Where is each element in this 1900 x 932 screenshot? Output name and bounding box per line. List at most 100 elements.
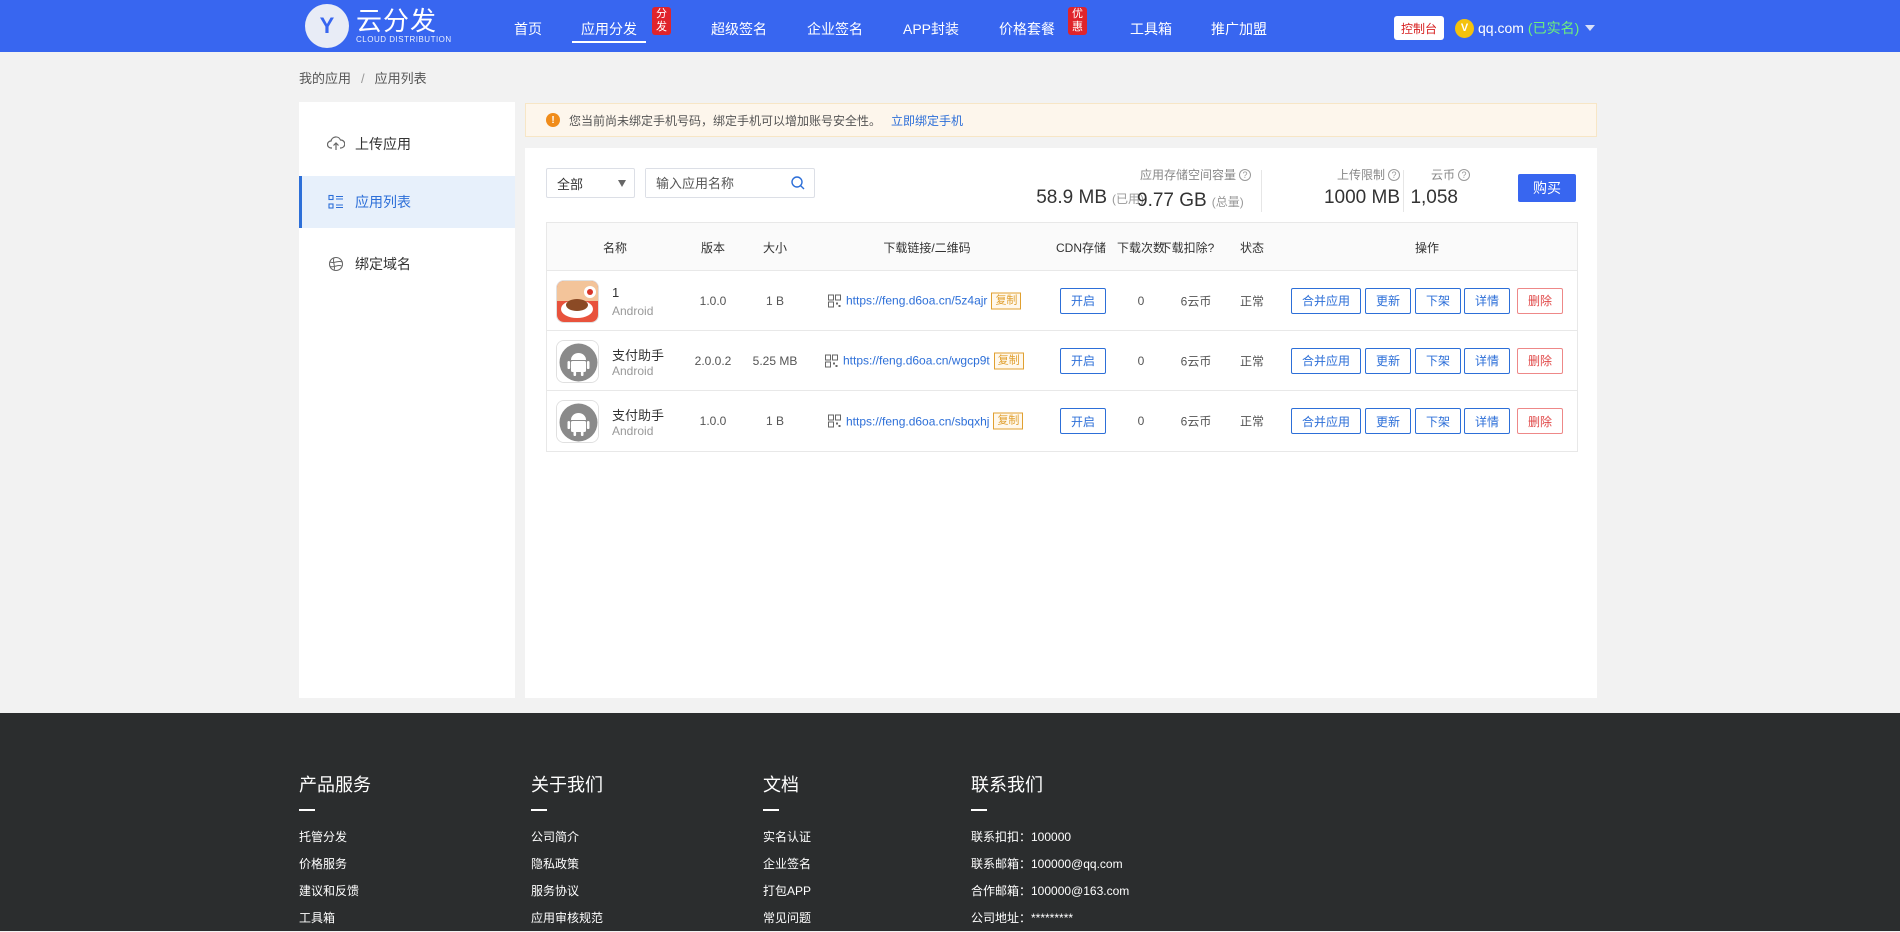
details-button[interactable]: 详情 (1464, 347, 1510, 374)
user-menu[interactable]: V qq.com (已实名) (1455, 18, 1596, 38)
search-icon[interactable] (791, 176, 805, 190)
delete-button[interactable]: 删除 (1517, 408, 1563, 434)
cdn-toggle-button[interactable]: 开启 (1060, 408, 1106, 434)
app-name[interactable]: 1 (612, 285, 619, 300)
delete-button[interactable]: 删除 (1517, 287, 1563, 314)
footer-link[interactable]: 企业签名 (763, 851, 811, 878)
nav-super-sign[interactable]: 超级签名 (711, 19, 767, 39)
nav-home[interactable]: 首页 (514, 19, 542, 39)
app-version: 2.0.0.2 (694, 353, 732, 368)
footer-link[interactable]: 服务协议 (531, 878, 603, 905)
app-status: 正常 (1239, 294, 1265, 308)
col-deduct: 下载扣除? (1159, 241, 1215, 255)
nav-affiliate[interactable]: 推广加盟 (1211, 19, 1267, 39)
coin-label: 云币 (1430, 168, 1455, 182)
update-button[interactable]: 更新 (1365, 408, 1411, 434)
app-name[interactable]: 支付助手 (612, 345, 664, 364)
qr-code-icon[interactable] (825, 354, 838, 367)
footer-address: 公司地址：********* (971, 911, 1074, 925)
footer-link[interactable]: 隐私政策 (531, 851, 603, 878)
nav-toolbox[interactable]: 工具箱 (1130, 19, 1172, 39)
download-link[interactable]: https://feng.d6oa.cn/wgcp9t (843, 354, 990, 368)
app-version: 1.0.0 (699, 414, 727, 428)
footer-link[interactable]: 工具箱 (299, 905, 371, 932)
copy-link-button[interactable]: 复制 (993, 412, 1024, 430)
cdn-toggle-button[interactable]: 开启 (1060, 287, 1106, 314)
details-button[interactable]: 详情 (1464, 408, 1510, 434)
footer-link[interactable]: 打包APP (763, 878, 811, 905)
download-link[interactable]: https://feng.d6oa.cn/sbqxhj (846, 414, 989, 428)
footer-link[interactable]: 价格服务 (299, 851, 371, 878)
logo-name: 云分发 (356, 6, 438, 36)
android-icon[interactable] (556, 400, 599, 443)
footer-link[interactable]: 建议和反馈 (299, 878, 371, 905)
footer-partner-email: 合作邮箱：100000@163.com (971, 884, 1130, 898)
update-button[interactable]: 更新 (1365, 287, 1411, 314)
app-platform: Android (612, 424, 654, 438)
nav-app-distribution[interactable]: 应用分发 (572, 19, 646, 43)
storage-total-note: (总量) (1211, 195, 1244, 209)
footer-link[interactable]: 公司简介 (531, 824, 603, 851)
footer-contact-qq: 联系扣扣：100000 (971, 830, 1072, 844)
details-button[interactable]: 详情 (1464, 287, 1510, 314)
nav-pricing[interactable]: 价格套餐 (999, 19, 1055, 39)
copy-link-button[interactable]: 复制 (993, 352, 1024, 369)
coffee-app-icon[interactable] (556, 280, 599, 323)
sidebar-item-label: 应用列表 (355, 194, 411, 210)
app-name[interactable]: 支付助手 (612, 405, 664, 424)
user-email: qq.com (1478, 20, 1524, 36)
col-status: 状态 (1239, 241, 1265, 255)
footer-col-docs: 文档 实名认证 企业签名 打包APP 常见问题 (763, 771, 811, 932)
search-input[interactable] (646, 169, 776, 197)
copy-link-button[interactable]: 复制 (991, 292, 1022, 309)
platform-filter-select[interactable]: 全部 (546, 168, 635, 198)
col-actions: 操作 (1414, 241, 1440, 255)
console-button[interactable]: 控制台 (1394, 16, 1444, 40)
footer-link[interactable]: 应用审核规范 (531, 905, 603, 932)
breadcrumb-my-apps[interactable]: 我的应用 (299, 71, 351, 86)
sidebar-item-label: 上传应用 (355, 136, 411, 152)
merge-app-button[interactable]: 合并应用 (1291, 408, 1361, 434)
cdn-toggle-button[interactable]: 开启 (1060, 347, 1106, 374)
download-link[interactable]: https://feng.d6oa.cn/5z4ajr (846, 294, 987, 308)
unpublish-button[interactable]: 下架 (1415, 347, 1461, 374)
sidebar-item-bind-domain[interactable]: 绑定域名 (299, 238, 515, 290)
coin-value: 1,058 (1410, 187, 1458, 208)
coin-stat: 云币? 1,058 (1410, 166, 1470, 209)
app-status: 正常 (1239, 414, 1265, 429)
nav-tag-distribute: 分发 (652, 7, 671, 35)
verified-label: (已实名) (1527, 20, 1580, 36)
merge-app-button[interactable]: 合并应用 (1291, 287, 1361, 314)
footer-link[interactable]: 实名认证 (763, 824, 811, 851)
android-icon[interactable] (556, 340, 599, 383)
footer-link[interactable]: 托管分发 (299, 824, 371, 851)
unpublish-button[interactable]: 下架 (1415, 408, 1461, 434)
upload-limit-label: 上传限制 (1336, 168, 1385, 182)
storage-used-value: 58.9 MB (1036, 187, 1107, 208)
delete-button[interactable]: 删除 (1517, 347, 1563, 374)
footer-col-title: 产品服务 (299, 775, 371, 795)
col-downloads: 下载次数 (1116, 241, 1166, 255)
help-icon[interactable]: ? (1388, 168, 1400, 181)
dropdown-arrow-icon (618, 180, 626, 187)
sidebar-item-app-list[interactable]: 应用列表 (299, 176, 515, 228)
update-button[interactable]: 更新 (1365, 347, 1411, 374)
qr-code-icon[interactable] (828, 414, 841, 428)
app-size: 1 B (765, 293, 785, 308)
storage-label: 应用存储空间容量 (1139, 168, 1236, 182)
help-icon[interactable]: ? (1458, 168, 1470, 181)
sidebar-item-upload[interactable]: 上传应用 (299, 118, 515, 170)
footer-link[interactable]: 常见问题 (763, 905, 811, 932)
upload-cloud-icon (327, 135, 345, 153)
footer-contact-email: 联系邮箱：100000@qq.com (971, 857, 1123, 871)
unpublish-button[interactable]: 下架 (1415, 287, 1461, 314)
nav-enterprise-sign[interactable]: 企业签名 (807, 19, 863, 39)
app-table: 名称 版本 大小 下载链接/二维码 CDN存储 下载次数 下载扣除? 状态 操作… (546, 222, 1578, 452)
buy-button[interactable]: 购买 (1518, 174, 1576, 202)
nav-app-wrap[interactable]: APP封装 (903, 19, 959, 39)
help-icon[interactable]: ? (1239, 168, 1251, 181)
bind-phone-link[interactable]: 立即绑定手机 (891, 112, 963, 129)
logo[interactable]: Y 云分发 CLOUD DISTRIBUTION (305, 3, 452, 49)
merge-app-button[interactable]: 合并应用 (1291, 347, 1361, 374)
qr-code-icon[interactable] (828, 294, 841, 307)
